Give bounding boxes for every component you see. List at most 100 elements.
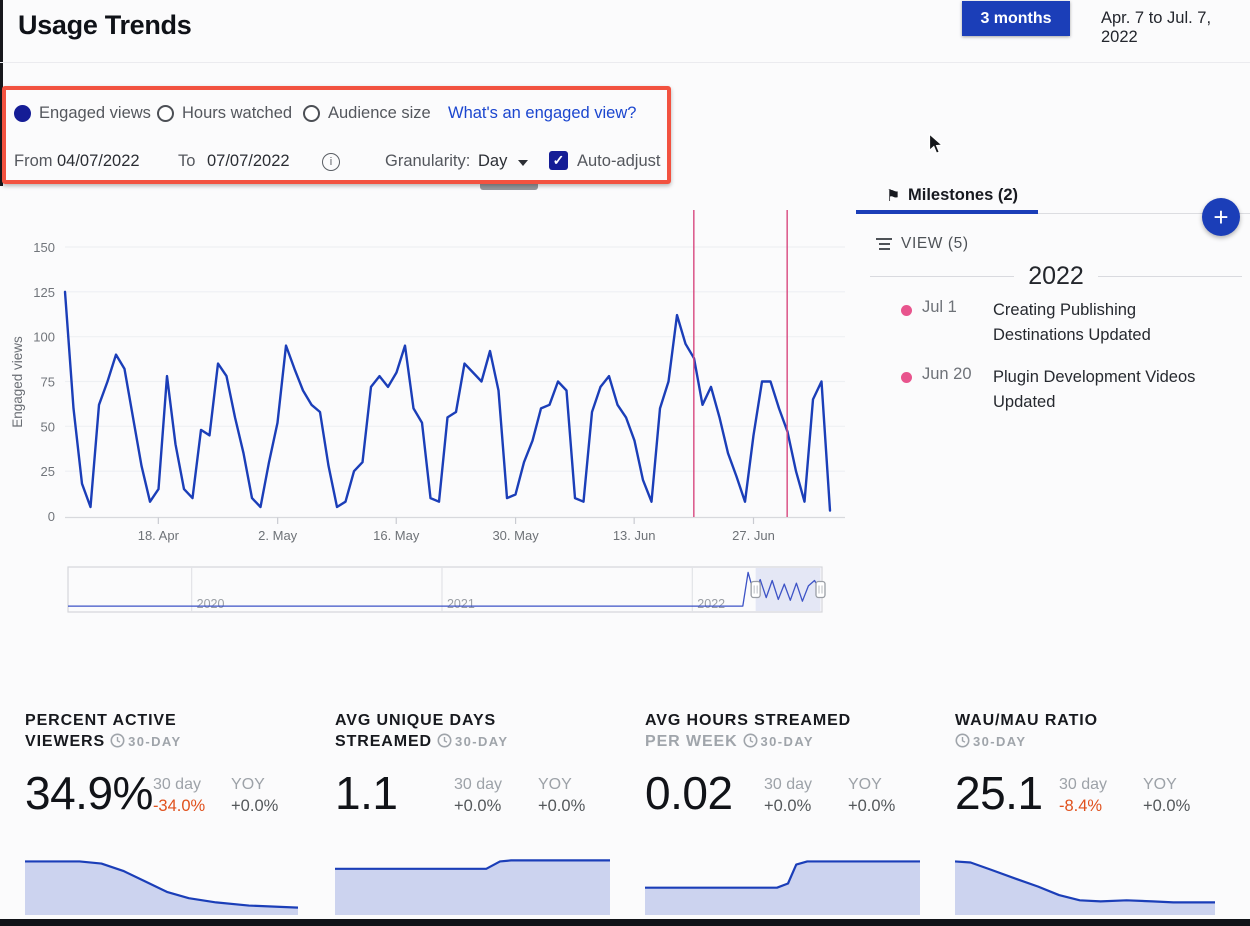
milestone-dot-icon: [901, 305, 912, 316]
delta-30day-value: -34.0%: [153, 797, 205, 815]
delta-30day-label: 30 day: [764, 776, 848, 794]
svg-text:50: 50: [41, 419, 55, 434]
metric-value: 0.02: [645, 770, 733, 816]
page-title: Usage Trends: [18, 10, 191, 41]
partial-hidden-element: [480, 184, 538, 190]
metric-value-row: 25.1 30 day-8.4% YOY+0.0%: [955, 770, 1215, 816]
delta-30day-value: +0.0%: [454, 797, 501, 815]
clock-icon: [743, 733, 758, 748]
milestones-panel: ⚑ Milestones (2) + VIEW (5) 2022 Jul 1 C…: [856, 186, 1250, 426]
metric-card-wau-mau-ratio: WAU/MAU RATIO 30-DAY 25.1 30 day-8.4% YO…: [955, 710, 1215, 916]
svg-text:75: 75: [41, 375, 55, 390]
milestone-list: Jul 1 Creating Publishing Destinations U…: [856, 298, 1250, 432]
metric-card-title: AVG UNIQUE DAYS STREAMED30-DAY: [335, 710, 610, 752]
year-header: 2022: [1028, 262, 1084, 291]
metric-value: 25.1: [955, 770, 1043, 816]
radio-audience-size[interactable]: [303, 105, 320, 122]
radio-audience-size-label[interactable]: Audience size: [328, 104, 431, 123]
milestones-view-filter[interactable]: VIEW (5): [876, 235, 969, 253]
year-rule-left: [870, 276, 1014, 277]
delta-30day-value: +0.0%: [764, 797, 811, 815]
from-date-input[interactable]: 04/07/2022: [57, 152, 140, 171]
yoy-label: YOY: [848, 776, 920, 794]
metric-card-title: AVG HOURS STREAMED PER WEEK30-DAY: [645, 710, 920, 752]
metric-sparkline: [25, 852, 298, 915]
engaged-view-help-link[interactable]: What's an engaged view?: [448, 104, 636, 123]
delta-30day-label: 30 day: [153, 776, 231, 794]
radio-engaged-views-label[interactable]: Engaged views: [39, 104, 151, 123]
bottom-taskbar-edge: [0, 919, 1250, 926]
svg-text:27. Jun: 27. Jun: [732, 528, 775, 543]
from-label: From: [14, 152, 53, 171]
radio-hours-watched[interactable]: [157, 105, 174, 122]
metric-sparkline: [955, 852, 1215, 915]
clock-icon: [110, 733, 125, 748]
yoy-value: +0.0%: [538, 797, 585, 815]
metric-card-avg-hours-streamed: AVG HOURS STREAMED PER WEEK30-DAY 0.02 3…: [645, 710, 920, 916]
period-badge: 30-DAY: [455, 734, 508, 749]
yoy-label: YOY: [538, 776, 610, 794]
year-rule-right: [1098, 276, 1242, 277]
milestone-date: Jul 1: [922, 298, 957, 317]
granularity-select[interactable]: Day: [478, 152, 507, 171]
metric-sparkline: [335, 852, 610, 915]
radio-engaged-views[interactable]: [14, 105, 31, 122]
milestone-item[interactable]: Jun 20 Plugin Development Videos Updated: [856, 365, 1250, 415]
period-badge: 30-DAY: [761, 734, 814, 749]
svg-text:125: 125: [33, 285, 55, 300]
year-header-row: 2022: [870, 262, 1242, 291]
tab-active-underline: [856, 210, 1038, 214]
svg-text:16. May: 16. May: [373, 528, 420, 543]
svg-text:13. Jun: 13. Jun: [613, 528, 656, 543]
metric-value-row: 0.02 30 day+0.0% YOY+0.0%: [645, 770, 920, 816]
yoy-label: YOY: [231, 776, 298, 794]
svg-text:2. May: 2. May: [258, 528, 298, 543]
milestone-text: Plugin Development Videos Updated: [993, 365, 1225, 415]
granularity-label: Granularity:: [385, 152, 470, 171]
auto-adjust-checkbox[interactable]: ✓: [549, 151, 568, 170]
delta-30day-label: 30 day: [454, 776, 538, 794]
window-edge-line: [0, 0, 3, 186]
tab-milestones[interactable]: Milestones (2): [908, 186, 1018, 205]
add-milestone-button[interactable]: +: [1202, 198, 1240, 236]
metric-value-row: 1.1 30 day+0.0% YOY+0.0%: [335, 770, 610, 816]
mouse-cursor: [928, 133, 945, 161]
radio-hours-watched-label[interactable]: Hours watched: [182, 104, 292, 123]
yoy-value: +0.0%: [1143, 797, 1190, 815]
period-badge: 30-DAY: [973, 734, 1026, 749]
svg-text:150: 150: [33, 240, 55, 255]
metric-value: 34.9%: [25, 770, 153, 816]
metric-card-avg-unique-days: AVG UNIQUE DAYS STREAMED30-DAY 1.1 30 da…: [335, 710, 610, 916]
yoy-value: +0.0%: [848, 797, 895, 815]
svg-text:2021: 2021: [447, 597, 475, 611]
metric-card-title: WAU/MAU RATIO 30-DAY: [955, 710, 1215, 752]
svg-text:30. May: 30. May: [492, 528, 539, 543]
flag-icon: ⚑: [886, 186, 900, 206]
view-filter-label: VIEW (5): [901, 235, 969, 253]
milestone-text: Creating Publishing Destinations Updated: [993, 298, 1225, 348]
delta-30day-value: -8.4%: [1059, 797, 1102, 815]
to-date-input[interactable]: 07/07/2022: [207, 152, 290, 171]
svg-text:2020: 2020: [197, 597, 225, 611]
yoy-value: +0.0%: [231, 797, 278, 815]
clock-icon: [437, 733, 452, 748]
date-range-text: Apr. 7 to Jul. 7, 2022: [1101, 9, 1250, 47]
header-divider: [0, 62, 1250, 63]
metric-value: 1.1: [335, 770, 397, 816]
metric-card-title: PERCENT ACTIVE VIEWERS30-DAY: [25, 710, 298, 752]
svg-text:18. Apr: 18. Apr: [138, 528, 180, 543]
chevron-down-icon[interactable]: [518, 160, 528, 166]
milestone-item[interactable]: Jul 1 Creating Publishing Destinations U…: [856, 298, 1250, 348]
clock-icon: [955, 733, 970, 748]
milestone-dot-icon: [901, 372, 912, 383]
svg-text:100: 100: [33, 330, 55, 345]
filter-icon: [876, 238, 892, 250]
svg-text:2022: 2022: [697, 597, 725, 611]
info-icon[interactable]: i: [322, 153, 340, 171]
svg-text:0: 0: [48, 509, 55, 524]
to-label: To: [178, 152, 195, 171]
yoy-label: YOY: [1143, 776, 1215, 794]
metric-card-percent-active-viewers: PERCENT ACTIVE VIEWERS30-DAY 34.9% 30 da…: [25, 710, 298, 916]
range-3-months-button[interactable]: 3 months: [962, 1, 1070, 36]
engaged-views-line-chart[interactable]: 0255075100125150Engaged views18. Apr2. M…: [0, 200, 860, 625]
